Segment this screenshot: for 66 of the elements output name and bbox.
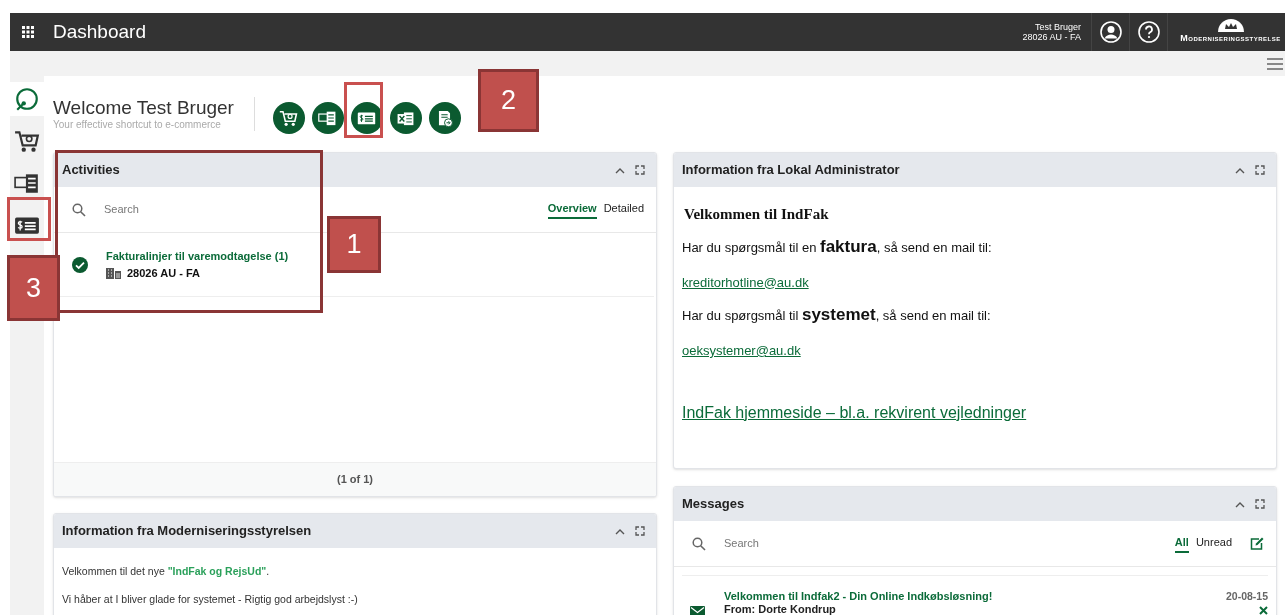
crown-logo-icon	[1215, 18, 1246, 33]
organisation-label: 28026 AU - FA	[127, 265, 200, 281]
shortcut-button[interactable]	[428, 102, 461, 134]
panel-title: Information fra Moderniseringsstyrelsen	[62, 522, 313, 541]
email-link[interactable]: oeksystemer@au.dk	[682, 341, 801, 361]
info-paragraph: Har du spørgsmål til en faktura, så send en mail til:	[682, 235, 993, 258]
filter-tab[interactable]: Detailed	[603, 200, 644, 219]
shortcut-button[interactable]	[311, 102, 344, 134]
filter-tab[interactable]: Overview	[547, 200, 597, 219]
annotation-callout: 1	[327, 216, 381, 273]
compose-icon[interactable]	[1250, 537, 1264, 550]
collapse-icon[interactable]	[615, 527, 625, 535]
welcome-subtitle: Your effective shortcut to e-commerce	[53, 119, 222, 131]
search-icon[interactable]	[72, 202, 86, 217]
message-date: 20-08-15	[1225, 590, 1268, 603]
spreadsheet-icon	[396, 109, 416, 127]
shortcut-button[interactable]	[272, 102, 305, 134]
annotation-outline	[7, 197, 51, 241]
check-circle-icon[interactable]	[72, 256, 88, 273]
page-title: Dashboard	[53, 19, 147, 44]
shortcut-button[interactable]	[350, 102, 383, 134]
building-icon	[106, 266, 121, 279]
collapse-icon[interactable]	[615, 166, 625, 174]
info-paragraph: Vi håber at I bliver glade for systemet - Rigtig god arbejdslyst :-)	[62, 591, 359, 607]
collapse-icon[interactable]	[1235, 166, 1245, 174]
info-paragraph: Velkommen til det nye "IndFak og RejsUd".	[62, 564, 271, 579]
welcome-title: Welcome Test Bruger	[53, 97, 234, 119]
document-list-icon	[318, 109, 338, 127]
search-field[interactable]: Search	[104, 201, 541, 218]
expand-icon[interactable]	[635, 165, 645, 175]
email-link[interactable]: kreditorhotline@au.dk	[682, 272, 809, 292]
apps-icon[interactable]	[22, 26, 34, 38]
document-list-icon	[14, 171, 40, 195]
expand-icon[interactable]	[635, 526, 645, 536]
filter-tab[interactable]: All	[1174, 534, 1189, 553]
panel-title: Information fra Lokal Administrator	[682, 161, 901, 180]
message-sender: From: Dorte Kondrup	[724, 603, 837, 615]
user-org: 28026 AU - FA	[1022, 32, 1081, 42]
delete-icon[interactable]	[1259, 606, 1268, 615]
menu-icon[interactable]	[1267, 57, 1283, 70]
panel-title: Messages	[682, 495, 746, 514]
user-icon[interactable]	[1099, 21, 1122, 43]
panel-title: Activities	[62, 161, 121, 180]
shortcut-button[interactable]	[389, 102, 422, 134]
pagination-label: (1 of 1)	[336, 472, 374, 488]
expand-icon[interactable]	[1255, 499, 1265, 509]
info-paragraph: Har du spørgsmål til systemet, så send en mail til:	[682, 304, 992, 326]
search-field[interactable]: Search	[724, 535, 1168, 552]
info-heading: Velkommen til IndFak	[684, 205, 830, 224]
annotation-outline	[344, 82, 383, 138]
shopping-cart-icon	[279, 109, 299, 127]
expand-icon[interactable]	[1255, 165, 1265, 175]
gauge-icon	[14, 87, 40, 111]
shopping-cart-icon	[14, 129, 40, 153]
annotation-callout: 2	[478, 69, 539, 132]
help-icon[interactable]	[1137, 21, 1160, 43]
annotation-callout: 3	[7, 255, 60, 321]
homepage-link[interactable]: IndFak hjemmeside – bl.a. rekvirent vejledninger	[682, 400, 1027, 425]
search-icon[interactable]	[692, 536, 706, 551]
dollar-document-icon	[357, 109, 377, 127]
collapse-icon[interactable]	[1235, 500, 1245, 508]
message-title[interactable]: Velkommen til Indfak2 - Din Online Indkøbsløsning!	[724, 590, 1226, 603]
logo-text: Moderniseringsstyrelse	[1180, 32, 1281, 46]
activity-link[interactable]: Fakturalinjer til varemodtagelse (1)	[106, 248, 289, 265]
filter-tab[interactable]: Unread	[1195, 534, 1232, 553]
user-name: Test Bruger	[1034, 22, 1081, 32]
